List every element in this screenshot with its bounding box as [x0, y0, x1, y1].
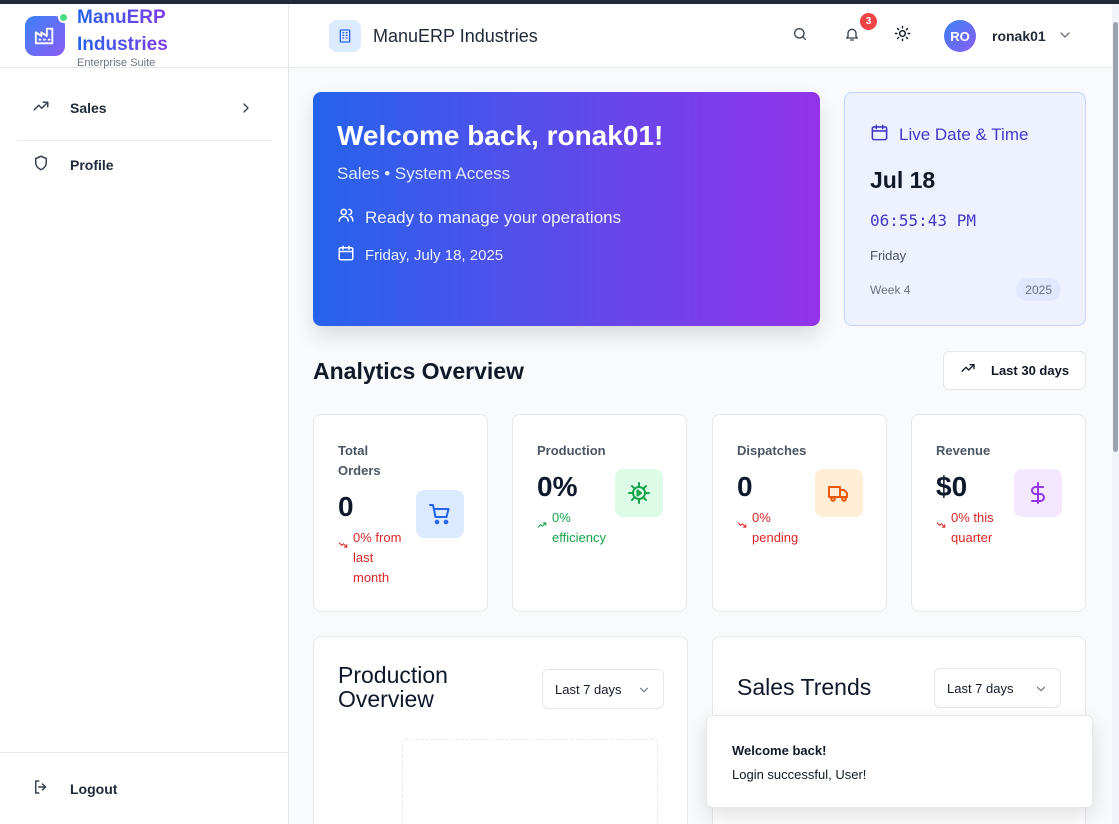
stat-trend: 0% efficiency — [537, 508, 624, 548]
welcome-title: Welcome back, ronak01! — [337, 120, 664, 151]
stat-value: 0 — [737, 471, 753, 502]
toast-notification[interactable]: Welcome back! Login successful, User! — [706, 715, 1093, 808]
stat-trend: 0% from last month — [338, 528, 411, 588]
section-title: Analytics Overview — [313, 358, 524, 384]
stat-trend-text: 0% from last month — [353, 530, 402, 585]
datetime-heading: Live Date & Time — [899, 125, 1029, 144]
top-header: ManuERP Industries 3 RO ronak01 — [289, 4, 1112, 68]
year-badge: 2025 — [1016, 278, 1061, 301]
stat-value: 0% — [537, 471, 578, 502]
scrollbar[interactable] — [1112, 4, 1119, 824]
dollar-icon — [1014, 469, 1062, 517]
stat-card-total-orders: Total Orders 0 0% from last month — [313, 414, 488, 612]
brand-subtitle: Enterprise Suite — [77, 57, 156, 69]
calendar-icon — [870, 123, 889, 147]
sales-range-select[interactable]: Last 7 days — [934, 668, 1061, 708]
chevron-down-icon — [1034, 682, 1048, 699]
brand: ManuERP Industries Enterprise Suite — [0, 4, 288, 69]
search-button[interactable] — [786, 22, 814, 50]
panel-title: Production Overview — [338, 662, 448, 712]
sidebar-item-label: Sales — [70, 100, 107, 116]
welcome-date: Friday, July 18, 2025 — [365, 246, 504, 264]
welcome-tagline: Ready to manage your operations — [365, 207, 622, 227]
production-range-select[interactable]: Last 7 days — [542, 669, 664, 709]
brand-name: ManuERP Industries — [77, 4, 187, 58]
nav-divider — [17, 140, 272, 141]
chevron-down-icon[interactable] — [1057, 27, 1073, 48]
bell-icon — [844, 26, 860, 47]
factory-icon — [25, 16, 65, 56]
datetime-heading-row: Live Date & Time — [870, 123, 1028, 147]
stat-card-revenue: Revenue $0 0% this quarter — [911, 414, 1086, 612]
trending-up-icon — [537, 516, 547, 536]
date-range-label: Last 30 days — [991, 363, 1070, 378]
welcome-date-row: Friday, July 18, 2025 — [337, 244, 503, 266]
trending-down-icon — [737, 516, 747, 536]
stat-card-dispatches: Dispatches 0 0% pending — [712, 414, 887, 612]
page-title: ManuERP Industries — [373, 26, 538, 46]
stat-value: $0 — [936, 471, 968, 502]
stat-trend: 0% this quarter — [936, 508, 1011, 548]
stat-trend-text: 0% pending — [752, 510, 799, 545]
trending-down-icon — [338, 536, 348, 556]
sidebar-item-sales[interactable]: Sales — [17, 86, 272, 130]
avatar[interactable]: RO — [944, 20, 976, 52]
welcome-subtitle: Sales • System Access — [337, 164, 511, 183]
chevron-down-icon — [637, 683, 651, 700]
toast-title: Welcome back! — [732, 743, 827, 758]
sidebar-footer-divider — [0, 752, 288, 753]
online-status-dot — [58, 12, 69, 23]
select-value: Last 7 days — [947, 680, 1014, 696]
chevron-right-icon — [238, 100, 254, 121]
date-range-button[interactable]: Last 30 days — [943, 351, 1086, 390]
truck-icon — [815, 469, 863, 517]
theme-toggle-button[interactable] — [888, 22, 916, 50]
current-day: Friday — [870, 248, 907, 263]
stat-trend-text: 0% efficiency — [552, 510, 606, 545]
stat-title: Total Orders — [338, 443, 381, 478]
logout-button[interactable]: Logout — [17, 767, 272, 811]
logout-label: Logout — [70, 781, 118, 797]
trending-down-icon — [936, 516, 946, 536]
stat-trend-text: 0% this quarter — [951, 510, 994, 545]
production-overview-panel: Production Overview Last 7 days — [313, 636, 688, 824]
sidebar-item-profile[interactable]: Profile — [17, 143, 272, 187]
stat-title: Production — [537, 443, 606, 458]
notification-badge: 3 — [860, 13, 877, 30]
sidebar-item-label: Profile — [70, 157, 114, 173]
current-week: Week 4 — [870, 283, 911, 297]
live-datetime-card: Live Date & Time Jul 18 06:55:43 PM Frid… — [844, 92, 1086, 326]
shopping-cart-icon — [416, 490, 464, 538]
stat-trend: 0% pending — [737, 508, 812, 548]
logout-icon — [32, 778, 50, 801]
stat-title: Dispatches — [737, 443, 807, 458]
search-icon — [792, 26, 808, 47]
current-date: Jul 18 — [870, 167, 936, 193]
sun-icon — [894, 25, 911, 47]
building-icon — [329, 20, 361, 52]
chart-area — [402, 739, 658, 824]
scrollbar-thumb[interactable] — [1113, 22, 1118, 452]
welcome-banner: Welcome back, ronak01! Sales • System Ac… — [313, 92, 820, 326]
trending-up-icon — [32, 97, 50, 120]
panel-title: Sales Trends — [737, 674, 872, 700]
username[interactable]: ronak01 — [992, 28, 1046, 44]
shield-icon — [32, 154, 50, 177]
sidebar: ManuERP Industries Enterprise Suite Sale… — [0, 4, 289, 824]
stat-card-production: Production 0% 0% efficiency — [512, 414, 687, 612]
select-value: Last 7 days — [555, 681, 622, 697]
calendar-icon — [337, 244, 355, 266]
stat-value: 0 — [338, 491, 354, 522]
toast-message: Login successful, User! — [732, 767, 867, 782]
welcome-tagline-row: Ready to manage your operations — [337, 206, 621, 229]
current-time: 06:55:43 PM — [870, 211, 976, 230]
trending-up-icon — [960, 360, 976, 381]
users-icon — [337, 206, 355, 229]
stat-title: Revenue — [936, 443, 991, 458]
